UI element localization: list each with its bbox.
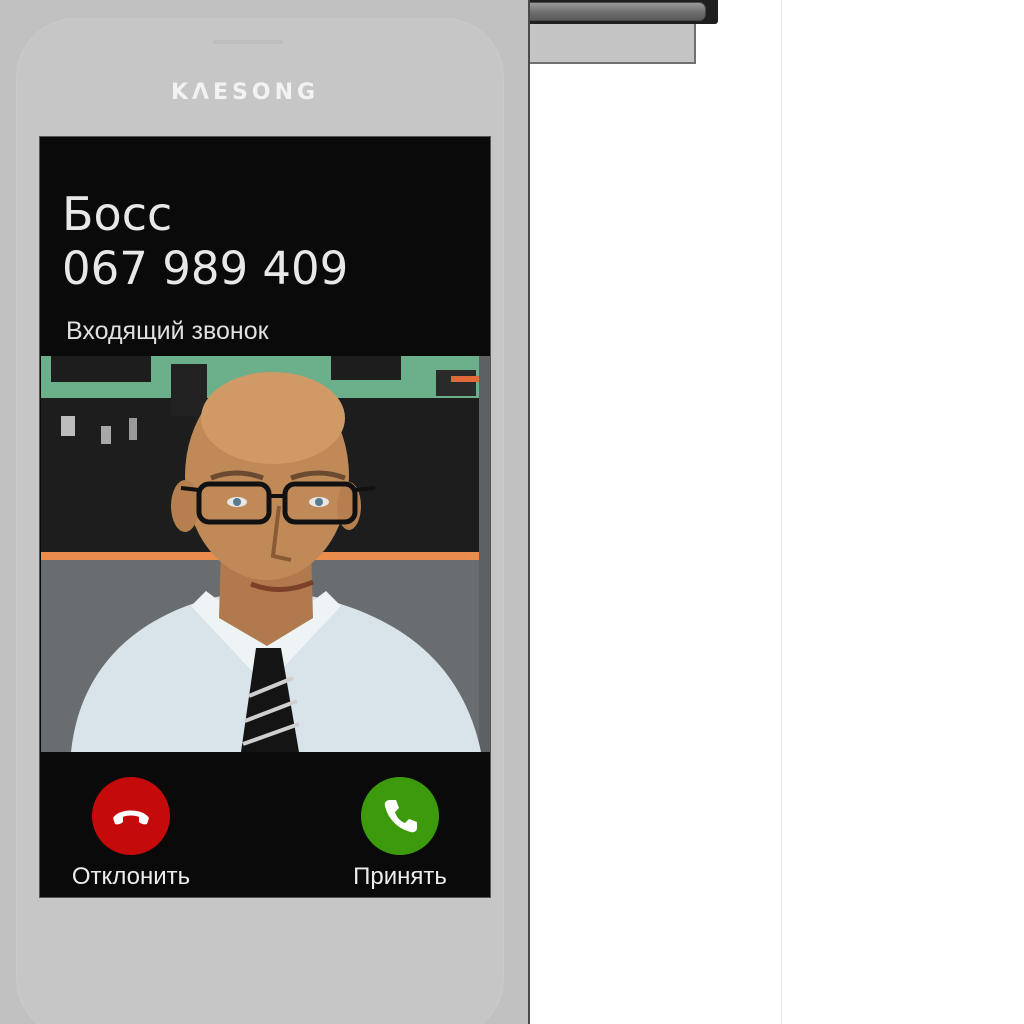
accept-call-button[interactable]: [361, 777, 439, 855]
tray-handle[interactable]: [508, 2, 706, 21]
phone-icon: [384, 800, 417, 833]
desktop-scene: KΛESONG Босс 067 989 409 Входящий звонок: [0, 0, 1024, 1024]
caller-photo: [41, 356, 490, 752]
accept-label: Принять: [353, 863, 447, 890]
phone-brand-logo: KΛESONG: [170, 80, 320, 105]
divider-line: [781, 0, 782, 1024]
mobile-phone: KΛESONG Босс 067 989 409 Входящий звонок: [0, 0, 530, 1024]
earpiece-speaker: [213, 40, 283, 44]
decline-label: Отклонить: [71, 863, 191, 890]
call-status: Входящий звонок: [66, 317, 269, 345]
decline-call-button[interactable]: [92, 777, 170, 855]
phone-hangup-icon: [113, 810, 149, 825]
caller-number: 067 989 409: [62, 242, 349, 295]
caller-name: Босс: [62, 187, 173, 241]
incoming-call-screen: Босс 067 989 409 Входящий звонок Отклони…: [39, 136, 491, 898]
